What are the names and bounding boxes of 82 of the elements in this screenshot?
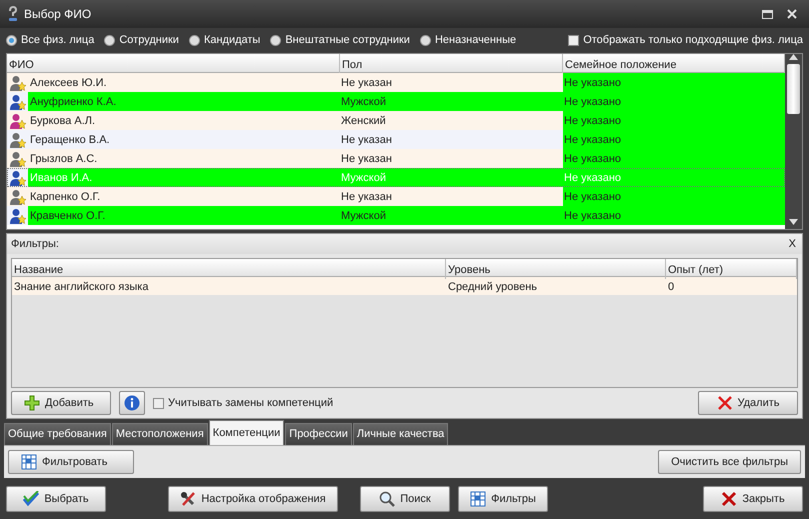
radio-label[interactable]: Внештатные сотрудники — [285, 32, 410, 48]
display-settings-button[interactable]: Настройка отображения — [168, 486, 338, 512]
table-row[interactable]: Геращенко В.А. Не указан Не указано — [7, 130, 785, 149]
tab[interactable]: Профессии — [285, 423, 352, 445]
radio-button[interactable] — [188, 34, 200, 46]
name-cell-text: Карпенко О.Г. — [29, 190, 102, 205]
radio-label[interactable]: Сотрудники — [119, 32, 179, 48]
gender-cell-text: Не указан — [340, 190, 393, 205]
radio-label[interactable]: Неназначенные — [434, 32, 516, 48]
tab[interactable]: Общие требования — [4, 423, 111, 445]
tab[interactable]: Компетенции — [208, 420, 284, 445]
radio-label[interactable]: Кандидаты — [204, 32, 260, 48]
window-title: Выбор ФИО — [24, 6, 92, 23]
filter-button[interactable]: Фильтровать — [8, 450, 134, 474]
checkbox[interactable] — [153, 398, 164, 408]
delete-button[interactable]: Удалить — [698, 391, 798, 415]
select-button[interactable]: Выбрать — [6, 486, 106, 512]
marital-cell: Не указано — [563, 168, 785, 187]
name-cell-text: Алексеев Ю.И. — [29, 76, 108, 91]
marital-cell: Не указано — [563, 149, 785, 168]
scroll-down-icon — [789, 219, 798, 225]
marital-cell: Не указано — [563, 130, 785, 149]
marital-cell: Не указано — [563, 73, 785, 92]
plus-icon — [24, 395, 40, 411]
checkbox[interactable] — [568, 34, 580, 46]
table-row[interactable]: Алексеев Ю.И. Не указан Не указано — [7, 73, 785, 92]
checkbox-label[interactable]: Отображать только подходящие физ. лица — [583, 32, 803, 48]
table-row[interactable]: Карпенко О.Г. Не указан Не указано — [7, 187, 785, 206]
add-button[interactable]: Добавить — [11, 391, 111, 415]
gender-cell: Мужской — [340, 92, 563, 111]
table-row[interactable]: Грызлов А.С. Не указан Не указано — [7, 149, 785, 168]
marital-cell: Не указано — [563, 206, 785, 225]
search-button[interactable]: Поиск — [360, 486, 450, 512]
close-icon — [716, 395, 732, 411]
close-text[interactable]: X — [788, 236, 796, 252]
radio-button[interactable] — [420, 34, 431, 46]
table-cell-text: 0 — [667, 280, 676, 295]
info-icon — [124, 395, 140, 411]
search-icon — [379, 491, 396, 507]
marital-cell: Не указано — [563, 92, 785, 111]
table-icon — [21, 454, 37, 470]
info-button[interactable] — [119, 391, 145, 415]
table-row[interactable]: Кравченко О.Г. Мужской Не указано — [7, 206, 785, 225]
scroll-up-icon — [789, 54, 798, 60]
gender-cell: Мужской — [340, 206, 563, 225]
tools-icon — [180, 491, 196, 507]
panel-title: Фильтры: — [11, 236, 59, 252]
tab[interactable]: Местоположения — [112, 423, 208, 445]
scroll-thumb[interactable] — [787, 64, 800, 114]
gender-cell-text: Женский — [340, 114, 387, 129]
scrollbar[interactable] — [785, 54, 802, 229]
radio-button[interactable] — [270, 34, 282, 46]
app-icon — [8, 6, 18, 22]
radio-button[interactable] — [104, 34, 116, 46]
checkbox-label[interactable]: Учитывать замены компетенций — [168, 394, 334, 412]
tab[interactable]: Личные качества — [352, 423, 448, 445]
gender-cell-text: Не указан — [340, 152, 393, 167]
radio-button[interactable] — [6, 34, 17, 46]
clear-filters-button[interactable]: Очистить все фильтры — [658, 450, 801, 474]
name-cell: Ануфриенко К.А. — [28, 92, 340, 111]
check-icon — [23, 491, 40, 507]
marital-cell: Не указано — [563, 187, 785, 206]
close-icon — [787, 9, 797, 19]
table-row[interactable]: Ануфриенко К.А. Мужской Не указано — [7, 92, 785, 111]
filters-button[interactable]: Фильтры — [458, 486, 548, 512]
close-button[interactable]: Закрыть — [703, 486, 803, 512]
name-cell-text: Буркова А.Л. — [29, 114, 96, 129]
table-row[interactable]: Буркова А.Л. Женский Не указано — [7, 111, 785, 130]
table-cell-text: Знание английского языка — [13, 280, 150, 295]
maximize-icon — [762, 10, 773, 18]
name-cell: Иванов И.А. — [28, 168, 340, 187]
table-cell-text: Средний уровень — [447, 280, 538, 295]
radio-label[interactable]: Все физ. лица — [21, 32, 94, 48]
table-icon — [470, 491, 486, 507]
gender-cell-text: Не указан — [340, 133, 393, 148]
name-cell-text: Грызлов А.С. — [29, 152, 98, 167]
gender-cell: Мужской — [340, 168, 563, 187]
close-icon — [721, 491, 738, 507]
marital-cell: Не указано — [563, 111, 785, 130]
name-cell-text: Геращенко В.А. — [29, 133, 111, 148]
name-cell: Кравченко О.Г. — [28, 206, 340, 225]
gender-cell-text: Не указан — [340, 76, 393, 91]
